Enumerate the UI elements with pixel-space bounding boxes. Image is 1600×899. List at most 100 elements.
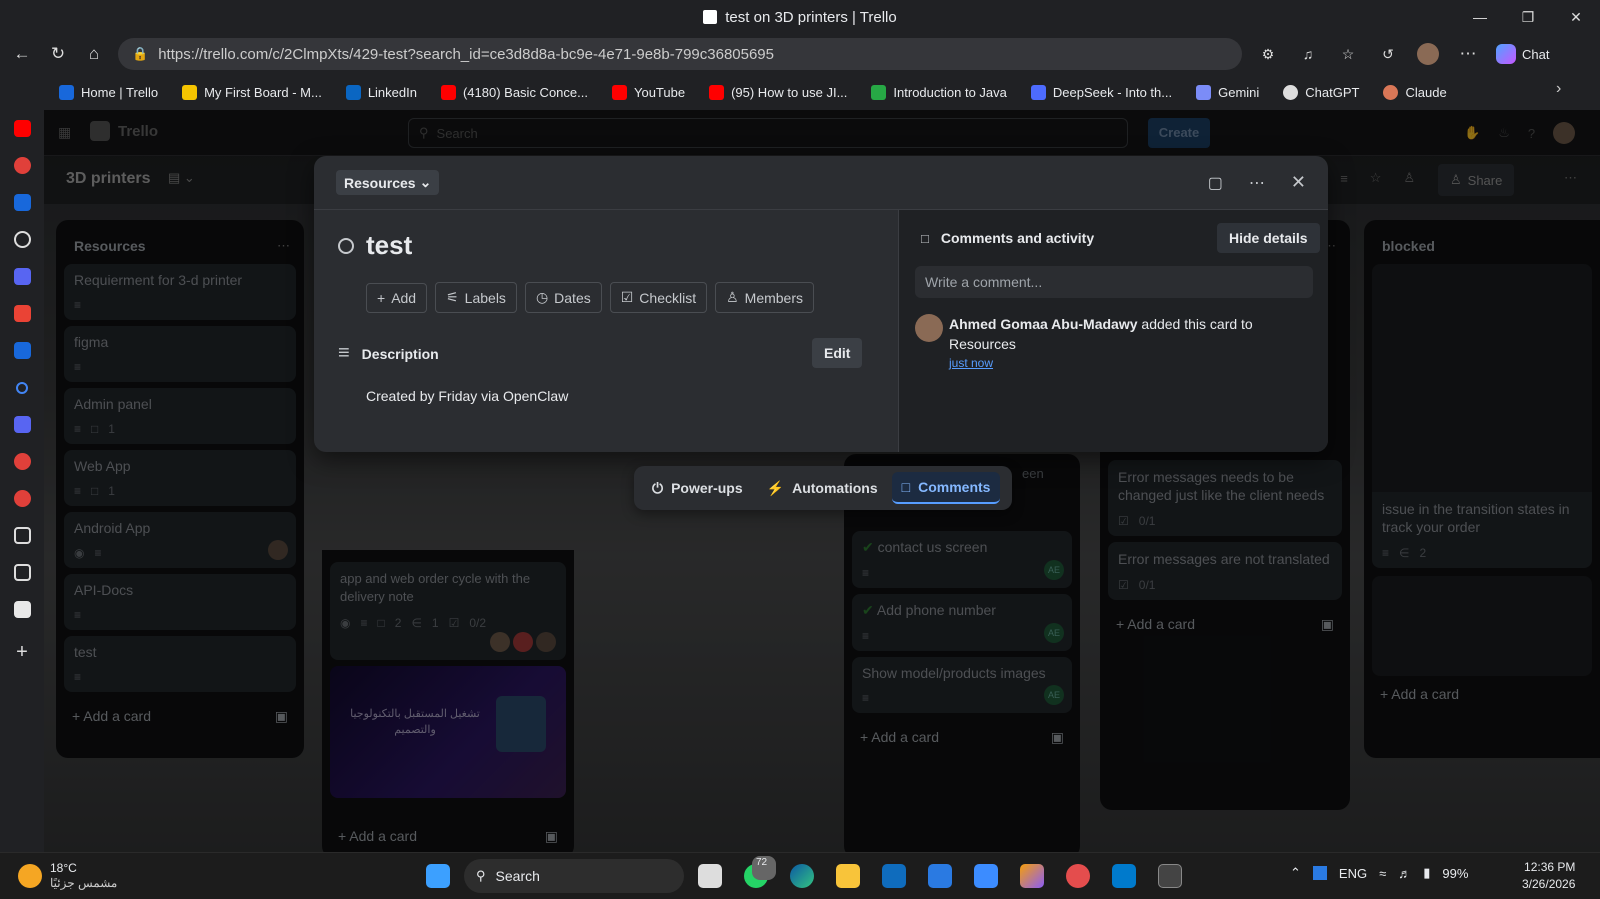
more-actions-icon[interactable]: ⋯	[1249, 173, 1265, 193]
file-explorer-icon[interactable]	[828, 856, 868, 896]
extension-icon[interactable]: ⚙	[1250, 36, 1286, 72]
youtube-icon	[440, 84, 456, 100]
tag-icon: ⚟	[446, 289, 459, 305]
todo-icon[interactable]	[966, 856, 1006, 896]
terminal-icon[interactable]	[1150, 856, 1190, 896]
window-titlebar: test on 3D printers | Trello	[0, 0, 1600, 34]
wifi-icon[interactable]: ≈	[1379, 866, 1386, 881]
close-window-button[interactable]: ✕	[1552, 0, 1600, 34]
home-icon[interactable]: ⌂	[76, 36, 112, 72]
close-icon[interactable]: ✕	[1291, 172, 1306, 193]
volume-icon[interactable]: ♬	[1398, 866, 1411, 881]
back-icon[interactable]: ←	[4, 36, 40, 72]
chevron-down-icon: ⌄	[419, 174, 432, 190]
edge-icon[interactable]	[782, 856, 822, 896]
automations-button[interactable]: ⚡ Automations	[757, 473, 888, 504]
sidebar-globe-icon[interactable]	[0, 221, 44, 258]
reload-icon[interactable]: ↻	[40, 36, 76, 72]
sidebar-discord-icon[interactable]	[0, 258, 44, 295]
bookmark-9[interactable]: ChatGPT	[1272, 84, 1370, 100]
labels-button[interactable]: ⚟ Labels	[435, 282, 517, 313]
sidebar-add-icon[interactable]: +	[0, 634, 44, 671]
powerups-button[interactable]: ⏻ Power-ups	[642, 473, 753, 504]
complete-circle-icon[interactable]	[338, 237, 354, 254]
copilot-chat-button[interactable]: Chat	[1496, 44, 1549, 64]
bookmark-3[interactable]: (4180) Basic Conce...	[430, 84, 599, 100]
sidebar-app-icon-2[interactable]	[0, 480, 44, 517]
bookmarks-overflow-icon[interactable]: ›	[1556, 80, 1561, 98]
sidebar-notification-icon[interactable]	[0, 443, 44, 480]
taskbar-search[interactable]: ⚲ Search	[464, 859, 684, 893]
checkbox-icon: ☑	[620, 289, 634, 305]
bookmark-4[interactable]: YouTube	[601, 84, 696, 100]
w3-icon	[871, 84, 887, 100]
youtube-icon	[709, 84, 725, 100]
minimize-button[interactable]: —	[1456, 0, 1504, 34]
bookmark-0[interactable]: Home | Trello	[48, 84, 169, 100]
battery-icon[interactable]: ▮	[1423, 865, 1430, 881]
sidebar-active-tab-icon[interactable]	[0, 591, 44, 628]
profile-avatar[interactable]	[1410, 36, 1446, 72]
vscode-icon[interactable]	[1104, 856, 1144, 896]
bookmark-5[interactable]: (95) How to use JI...	[698, 84, 858, 100]
sidebar-trello-icon[interactable]	[0, 184, 44, 221]
hide-details-button[interactable]: Hide details	[1217, 223, 1320, 253]
maximize-button[interactable]: ❐	[1504, 0, 1552, 34]
members-button[interactable]: ♙ Members	[715, 282, 815, 313]
add-button[interactable]: + Add	[366, 282, 428, 313]
miro-icon	[182, 84, 198, 100]
bookmarks-bar: Home | Trello My First Board - M... Link…	[0, 74, 1600, 110]
clock[interactable]: 12:36 PM 3/26/2026	[1522, 859, 1575, 893]
activity-user[interactable]: Ahmed Gomaa Abu-Madawy	[949, 316, 1138, 332]
sidebar-app-icon[interactable]	[0, 147, 44, 184]
activity-time-link[interactable]: just now	[949, 356, 993, 370]
address-bar[interactable]: 🔒 https://trello.com/c/2ClmpXts/429-test…	[118, 38, 1242, 70]
language-indicator[interactable]: ENG	[1339, 866, 1367, 881]
claude-icon	[1383, 84, 1399, 100]
mail-icon[interactable]	[920, 856, 960, 896]
start-button[interactable]	[418, 856, 458, 896]
cover-image-icon[interactable]: ▢	[1208, 173, 1223, 193]
sidebar-extension-icon-2[interactable]	[0, 554, 44, 591]
comment-icon: □	[901, 479, 911, 495]
checklist-button[interactable]: ☑ Checklist	[609, 282, 708, 313]
outlook-icon[interactable]	[874, 856, 914, 896]
comments-button[interactable]: □ Comments	[891, 472, 1001, 504]
copilot-icon[interactable]	[1012, 856, 1052, 896]
bookmark-7[interactable]: DeepSeek - Into th...	[1020, 84, 1183, 100]
sidebar-extension-icon[interactable]	[0, 517, 44, 554]
tray-app-icon[interactable]	[1312, 866, 1327, 880]
media-player-icon[interactable]	[1058, 856, 1098, 896]
gemini-icon	[1196, 84, 1212, 100]
description-icon: ≡	[338, 342, 350, 364]
bookmark-6[interactable]: Introduction to Java	[860, 84, 1017, 100]
sidebar-trello-icon-2[interactable]	[0, 332, 44, 369]
sidebar-gmail-icon[interactable]	[0, 295, 44, 332]
user-avatar	[915, 314, 943, 342]
more-icon[interactable]: ⋯	[1450, 36, 1486, 72]
dates-button[interactable]: ◷ Dates	[524, 282, 602, 313]
comment-input[interactable]: Write a comment...	[915, 266, 1313, 298]
weather-widget[interactable]: 18°C مشمس جزئيًا	[18, 861, 117, 891]
tray-chevron-icon[interactable]: ⌃	[1290, 865, 1301, 881]
music-icon[interactable]: ♫	[1290, 36, 1326, 72]
list-selector-chip[interactable]: Resources ⌄	[336, 170, 440, 195]
windows-taskbar: 18°C مشمس جزئيًا ⚲ Search 72 ⌃ ENG ≈ ♬ ▮ …	[0, 852, 1600, 899]
sidebar-youtube-icon[interactable]	[0, 110, 44, 147]
whatsapp-icon[interactable]: 72	[736, 856, 776, 896]
chatgpt-icon	[1283, 84, 1299, 100]
bookmark-1[interactable]: My First Board - M...	[171, 84, 333, 100]
task-view-icon[interactable]	[690, 856, 730, 896]
description-text[interactable]: Created by Friday via OpenClaw	[366, 388, 568, 404]
card-title[interactable]: test	[366, 230, 412, 261]
plug-icon: ⏻	[652, 479, 664, 496]
bookmark-10[interactable]: Claude	[1372, 84, 1457, 100]
bookmark-8[interactable]: Gemini	[1185, 84, 1270, 100]
sidebar-discord-icon-2[interactable]	[0, 406, 44, 443]
clock-icon: ◷	[535, 289, 549, 305]
sidebar-search-icon[interactable]	[0, 369, 44, 406]
edit-description-button[interactable]: Edit	[812, 338, 863, 368]
favorites-icon[interactable]: ☆	[1330, 36, 1366, 72]
history-icon[interactable]: ↺	[1370, 36, 1406, 72]
bookmark-2[interactable]: LinkedIn	[335, 84, 428, 100]
